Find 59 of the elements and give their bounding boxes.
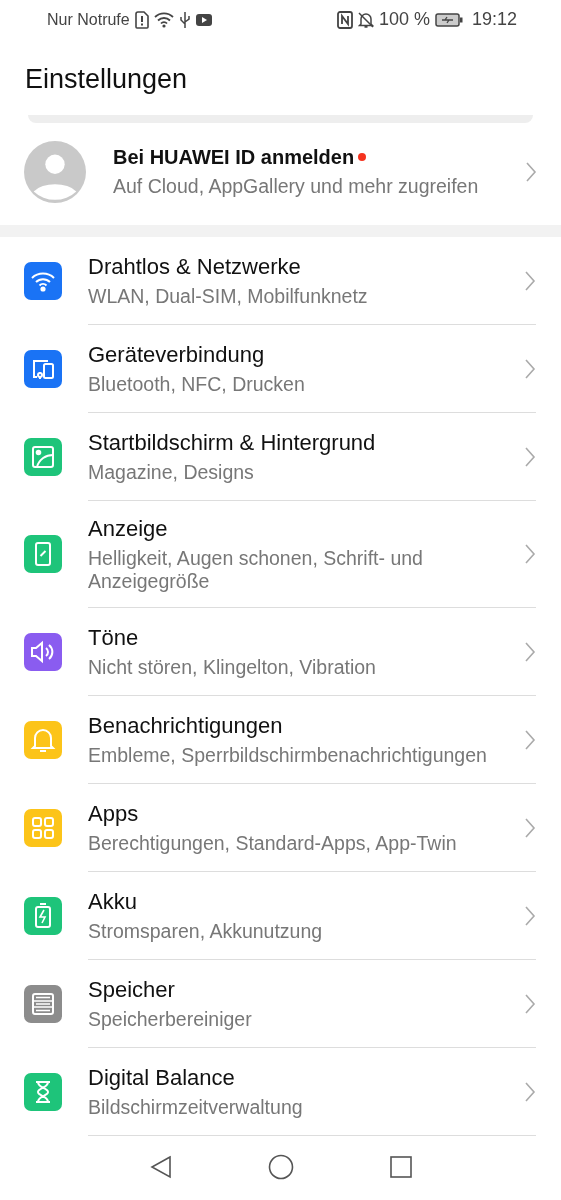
settings-item[interactable]: Startbildschirm & Hintergrund Magazine, Designs xyxy=(0,413,561,501)
chevron-icon xyxy=(524,1082,536,1102)
back-icon[interactable] xyxy=(148,1155,173,1179)
settings-item[interactable]: Apps Berechtigungen, Standard-Apps, App-Twin xyxy=(0,784,561,872)
settings-item[interactable]: Digital Balance Bildschirmzeitverwaltung xyxy=(0,1048,561,1136)
avatar-icon xyxy=(24,140,86,203)
item-subtitle: WLAN, Dual-SIM, Mobilfunknetz xyxy=(88,285,369,308)
chevron-icon xyxy=(524,906,536,926)
item-title: Apps xyxy=(88,801,140,827)
item-title: Drahtlos & Netzwerke xyxy=(88,254,302,280)
chevron-icon xyxy=(524,994,536,1014)
item-title: Benachrichtigungen xyxy=(88,713,284,739)
chevron-icon xyxy=(524,818,536,838)
account-row[interactable]: Bei HUAWEI ID anmelden Auf Cloud, AppGallery und mehr zugreifen xyxy=(0,123,561,215)
item-title: Anzeige xyxy=(88,516,169,542)
item-title: Töne xyxy=(88,625,140,651)
item-subtitle: Bildschirmzeitverwaltung xyxy=(88,1096,304,1119)
settings-item[interactable]: Speicher Speicherbereiniger xyxy=(0,960,561,1048)
page-title: Einstellungen xyxy=(25,63,189,97)
settings-item[interactable]: Drahtlos & Netzwerke WLAN, Dual-SIM, Mobilfunknetz xyxy=(0,237,561,325)
chevron-icon xyxy=(524,359,536,379)
item-subtitle: Helligkeit, Augen schonen, Schrift- und Anzeigegröße xyxy=(88,547,424,593)
recents-icon[interactable] xyxy=(388,1155,413,1179)
settings-item[interactable]: Anzeige Helligkeit, Augen schonen, Schrift- und Anzeigegröße xyxy=(0,501,561,608)
chevron-icon xyxy=(524,730,536,750)
item-title: Speicher xyxy=(88,977,176,1003)
item-subtitle: Bluetooth, NFC, Drucken xyxy=(88,373,306,396)
account-name: Bei HUAWEI ID anmelden xyxy=(113,145,355,169)
wifi-icon xyxy=(153,11,174,28)
item-title: Startbildschirm & Hintergrund xyxy=(88,430,377,456)
battery-percent: 100 % xyxy=(378,9,430,31)
battery-icon xyxy=(434,12,463,27)
item-subtitle: Embleme, Sperrbildschirmbenachrichtigungen xyxy=(88,744,488,767)
clock-text: 19:12 xyxy=(471,9,517,31)
item-subtitle: Nicht stören, Klingelton, Vibration xyxy=(88,656,377,679)
item-title: Digital Balance xyxy=(88,1065,236,1091)
carrier-text: Nur Notrufe xyxy=(47,10,130,29)
item-subtitle: Magazine, Designs xyxy=(88,461,255,484)
account-subtitle: Auf Cloud, AppGallery und mehr zugreifen xyxy=(113,174,480,198)
item-title: Geräteverbindung xyxy=(88,342,266,368)
home-icon[interactable] xyxy=(267,1154,294,1180)
settings-item[interactable]: Geräteverbindung Bluetooth, NFC, Drucken xyxy=(0,325,561,413)
item-subtitle: Stromsparen, Akkunutzung xyxy=(88,920,324,943)
sim-alert-icon xyxy=(134,10,149,29)
bell-off-icon xyxy=(357,10,374,29)
usb-icon xyxy=(178,10,191,29)
item-title: Akku xyxy=(88,889,138,915)
chevron-icon xyxy=(524,447,536,467)
chevron-icon xyxy=(525,161,537,182)
chevron-icon xyxy=(524,271,536,291)
nfc-icon xyxy=(336,10,353,29)
play-icon xyxy=(195,13,212,26)
settings-item[interactable]: Benachrichtigungen Embleme, Sperrbildschirmbenachrichtigungen xyxy=(0,696,561,784)
item-subtitle: Speicherbereiniger xyxy=(88,1008,253,1031)
settings-item[interactable]: Töne Nicht stören, Klingelton, Vibration xyxy=(0,608,561,696)
settings-item[interactable]: Akku Stromsparen, Akkunutzung xyxy=(0,872,561,960)
item-subtitle: Berechtigungen, Standard-Apps, App-Twin xyxy=(88,832,458,855)
chevron-icon xyxy=(524,642,536,662)
chevron-icon xyxy=(524,544,536,565)
